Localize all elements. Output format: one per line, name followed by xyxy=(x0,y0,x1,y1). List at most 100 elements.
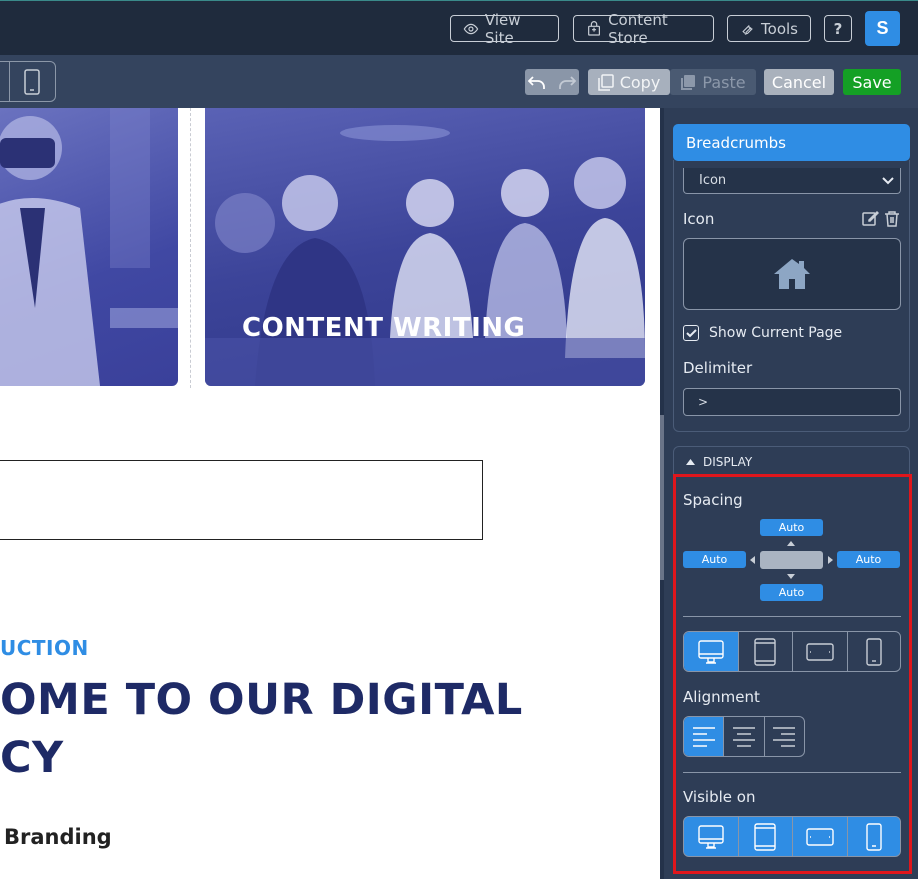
spacing-left-arrow xyxy=(750,556,755,564)
spacing-label: Spacing xyxy=(683,491,743,509)
desktop-icon xyxy=(698,639,724,664)
cancel-label: Cancel xyxy=(771,72,827,92)
visible-on-toggles xyxy=(683,816,901,857)
paste-button[interactable]: Paste xyxy=(670,69,756,95)
eye-icon xyxy=(463,23,479,34)
column-divider xyxy=(190,108,191,388)
store-icon xyxy=(588,20,601,36)
view-site-button[interactable]: View Site xyxy=(450,11,559,47)
align-right-icon xyxy=(773,726,796,747)
breadcrumbs-tab[interactable]: Breadcrumbs xyxy=(673,124,910,161)
mobile-preview-icon[interactable] xyxy=(24,69,40,95)
editor-toolbar: Copy Paste Cancel Save xyxy=(0,55,918,108)
content-store-label: Content Store xyxy=(608,10,668,47)
visible-tablet-landscape-toggle[interactable] xyxy=(793,817,848,856)
spacing-element-preview xyxy=(760,551,823,569)
spacing-right-input[interactable]: Auto xyxy=(837,551,900,568)
intro-eyebrow: UCTION xyxy=(0,636,89,660)
page-canvas: CONTENT WRITING UCTION OME TO OUR DIGITA… xyxy=(0,108,660,879)
mobile-icon xyxy=(866,637,882,666)
spacing-top-input[interactable]: Auto xyxy=(760,519,823,536)
copy-icon xyxy=(597,73,614,91)
trash-icon[interactable] xyxy=(884,210,900,227)
wrench-icon xyxy=(742,24,753,35)
tools-label: Tools xyxy=(761,19,798,38)
delimiter-input[interactable]: > xyxy=(683,388,901,416)
show-current-page-label: Show Current Page xyxy=(709,325,843,341)
spacing-bottom-arrow xyxy=(787,574,795,579)
visible-tablet-toggle[interactable] xyxy=(738,817,793,856)
align-center-button[interactable] xyxy=(724,717,765,756)
spacing-right-arrow xyxy=(828,556,833,564)
visible-desktop-toggle[interactable] xyxy=(684,817,739,856)
desktop-icon xyxy=(698,824,724,849)
view-site-label: View Site xyxy=(484,10,521,47)
save-label: Save xyxy=(852,72,892,92)
headline-line-2: CY xyxy=(0,733,64,783)
mobile-icon xyxy=(866,822,882,851)
service-card-vr[interactable] xyxy=(0,108,178,386)
paste-label: Paste xyxy=(702,72,746,92)
alignment-device-tabs xyxy=(683,631,901,672)
spacing-top-arrow xyxy=(787,541,795,546)
align-right-button[interactable] xyxy=(765,717,804,756)
save-button[interactable]: Save xyxy=(843,69,901,95)
caret-up-icon xyxy=(686,458,695,465)
display-section-title: DISPLAY xyxy=(703,454,753,469)
delimiter-label: Delimiter xyxy=(683,359,753,377)
copy-button[interactable]: Copy xyxy=(588,69,670,95)
icon-type-value: Icon xyxy=(699,173,727,188)
tablet-landscape-icon xyxy=(806,642,834,661)
checkmark-icon xyxy=(685,328,697,337)
desktop-device-tab[interactable] xyxy=(684,632,739,671)
icon-preview-box[interactable] xyxy=(683,238,901,310)
tablet-landscape-device-tab[interactable] xyxy=(793,632,848,671)
alignment-label: Alignment xyxy=(683,688,760,706)
service-card-content-writing[interactable]: CONTENT WRITING xyxy=(205,108,645,386)
help-button[interactable]: ? xyxy=(824,15,852,42)
headline-line-1: OME TO OUR DIGITAL xyxy=(0,675,523,725)
avatar-initial: S xyxy=(876,18,889,38)
undo-icon xyxy=(528,76,545,89)
device-preview-group xyxy=(0,61,56,102)
align-left-icon xyxy=(692,726,715,747)
tools-button[interactable]: Tools xyxy=(727,15,811,42)
visible-mobile-toggle[interactable] xyxy=(847,817,900,856)
tablet-device-tab[interactable] xyxy=(739,632,793,671)
tablet-icon xyxy=(754,637,776,666)
undo-button[interactable] xyxy=(525,69,549,95)
team-meeting-image xyxy=(205,125,645,386)
paste-icon xyxy=(681,74,696,90)
spacing-left-input[interactable]: Auto xyxy=(683,551,746,568)
content-store-button[interactable]: Content Store xyxy=(573,11,714,47)
divider xyxy=(683,616,901,617)
branding-subheading: Branding xyxy=(4,825,112,849)
align-left-button[interactable] xyxy=(684,717,725,756)
empty-content-block[interactable] xyxy=(0,460,483,540)
mobile-device-tab[interactable] xyxy=(848,632,901,671)
redo-button[interactable] xyxy=(555,69,579,95)
divider xyxy=(683,772,901,773)
undo-redo-group xyxy=(525,69,579,95)
icon-type-select[interactable]: Icon xyxy=(683,168,901,194)
top-navigation-bar: View Site Content Store Tools ? S xyxy=(0,0,918,55)
card-title: CONTENT WRITING xyxy=(242,313,526,343)
edit-icon[interactable] xyxy=(862,210,879,227)
show-current-page-checkbox[interactable] xyxy=(683,325,699,341)
tablet-icon xyxy=(754,822,776,851)
home-icon xyxy=(774,259,810,289)
avatar[interactable]: S xyxy=(865,11,900,46)
cancel-button[interactable]: Cancel xyxy=(764,69,834,95)
visible-on-label: Visible on xyxy=(683,788,756,806)
icon-field-label: Icon xyxy=(683,210,715,228)
display-section-toggle[interactable]: DISPLAY xyxy=(673,446,910,476)
align-center-icon xyxy=(732,726,755,747)
redo-icon xyxy=(559,76,576,89)
device-group-divider xyxy=(9,62,10,101)
spacing-bottom-input[interactable]: Auto xyxy=(760,584,823,601)
help-label: ? xyxy=(833,19,843,38)
page-headline: OME TO OUR DIGITAL CY xyxy=(0,671,523,787)
alignment-buttons xyxy=(683,716,805,757)
copy-label: Copy xyxy=(619,72,661,92)
chevron-down-icon xyxy=(882,176,894,184)
